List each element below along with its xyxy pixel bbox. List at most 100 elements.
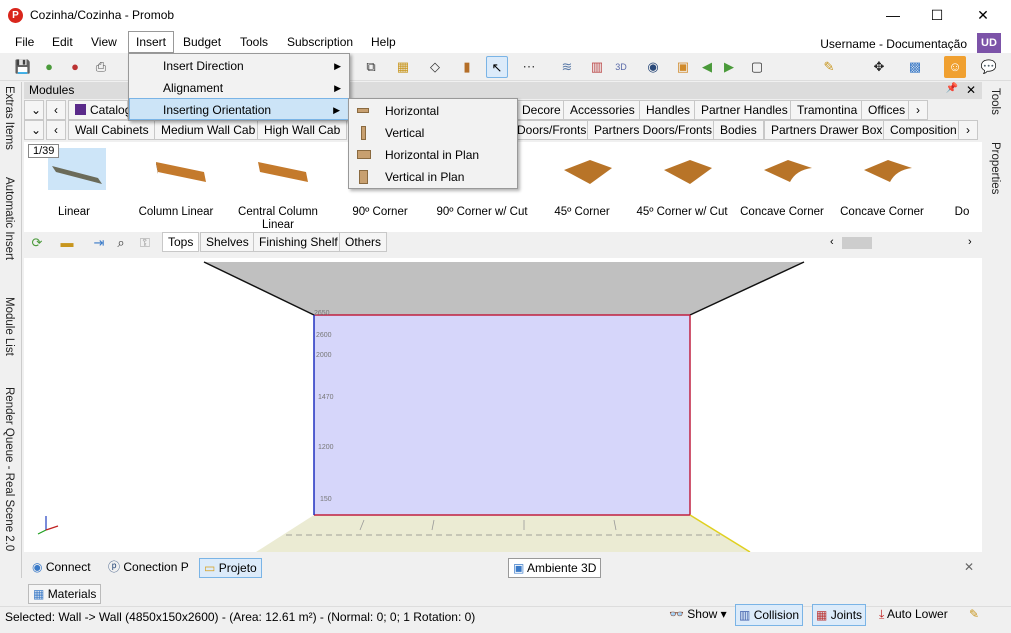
modules-close-icon[interactable]: ✕	[966, 83, 976, 97]
menu-item-insert-direction[interactable]: Insert Direction ▶	[129, 55, 349, 77]
menu-edit[interactable]: Edit	[45, 31, 80, 53]
module-concave-corner-2[interactable]: Concave Corner	[832, 142, 932, 232]
door-icon[interactable]: ▮	[456, 56, 478, 78]
light-icon[interactable]: ✎	[818, 56, 840, 78]
cube-icon[interactable]: ▣	[672, 56, 694, 78]
refresh-icon[interactable]: ⟳	[26, 232, 48, 254]
dock-tab-tools[interactable]: Tools	[989, 88, 1001, 115]
redo-icon[interactable]: ▶	[718, 56, 740, 78]
scroll-left-icon[interactable]: ‹	[46, 100, 66, 120]
select-pointer-icon[interactable]: ↖	[486, 56, 508, 78]
user-icon[interactable]: ☺	[944, 56, 966, 78]
tab-tramontina[interactable]: Tramontina	[790, 100, 865, 120]
menu-view[interactable]: View	[84, 31, 124, 53]
module-partial[interactable]: Do	[932, 142, 980, 232]
shape-icon[interactable]: ◇	[424, 56, 446, 78]
module-central-column-linear[interactable]: Central Column Linear	[228, 142, 328, 232]
dock-tab-automatic-insert[interactable]: Automatic Insert	[3, 177, 15, 260]
scroll-right-icon[interactable]: ›	[968, 236, 972, 248]
tab-offices[interactable]: Offices	[861, 100, 913, 120]
menu-tools[interactable]: Tools	[233, 31, 275, 53]
tab-conection-p[interactable]: ⓟ Conection P	[104, 558, 193, 578]
layers-icon[interactable]: ≋	[556, 56, 578, 78]
close-icon[interactable]: ✕	[960, 558, 978, 578]
align-icon[interactable]: ▦	[392, 56, 414, 78]
show-dropdown[interactable]: 👓 Show ▾	[666, 604, 730, 626]
frame-icon[interactable]: ▢	[746, 56, 768, 78]
save-icon[interactable]: 💾	[12, 56, 34, 78]
menu-file[interactable]: File	[8, 31, 41, 53]
menu-item-inserting-orientation[interactable]: Inserting Orientation ▶	[129, 98, 349, 120]
pin-icon[interactable]: 📌	[946, 83, 958, 94]
tab-composition[interactable]: Composition	[883, 120, 964, 140]
scroll-right-icon[interactable]: ›	[908, 100, 928, 120]
render-icon[interactable]: ●	[38, 56, 60, 78]
module-column-linear[interactable]: Column Linear	[126, 142, 226, 232]
subtab-others[interactable]: Others	[339, 232, 388, 252]
option-horizontal[interactable]: Horizontal	[349, 100, 517, 122]
dock-tab-render-queue[interactable]: Render Queue - Real Scene 2.0	[3, 387, 15, 551]
dock-tab-module-list[interactable]: Module List	[3, 297, 15, 356]
tab-partner-handles[interactable]: Partner Handles	[694, 100, 795, 120]
collision-toggle[interactable]: ▥ Collision	[735, 604, 804, 626]
tab-partners-doors-fronts[interactable]: Partners Doors/Fronts	[587, 120, 720, 140]
chat-icon[interactable]: 💬	[978, 56, 1000, 78]
tab-accessories[interactable]: Accessories	[563, 100, 642, 120]
tab-doors-fronts[interactable]: Doors/Fronts	[510, 120, 594, 140]
joints-toggle[interactable]: ▦ Joints	[812, 604, 867, 626]
module-45-corner[interactable]: 45º Corner	[532, 142, 632, 232]
chevron-down-icon[interactable]: ⌄	[24, 120, 44, 140]
ruler-icon[interactable]: ▬	[56, 232, 78, 254]
scroll-left-icon[interactable]: ‹	[46, 120, 66, 140]
tab-medium-wall-cab[interactable]: Medium Wall Cab	[154, 120, 263, 140]
measure-icon[interactable]: ⋯	[518, 56, 540, 78]
tab-partners-drawer-box[interactable]: Partners Drawer Box	[764, 120, 890, 140]
close-button[interactable]: ✕	[960, 0, 1006, 31]
menu-subscription[interactable]: Subscription	[280, 31, 360, 53]
horizontal-scrollbar[interactable]	[842, 237, 872, 249]
tab-projeto[interactable]: ▭ Projeto	[199, 558, 262, 578]
option-vertical[interactable]: Vertical	[349, 122, 517, 144]
3d-view-icon[interactable]: 3D	[610, 56, 632, 78]
import-icon[interactable]: ⇥	[88, 232, 110, 254]
scroll-left-icon[interactable]: ‹	[830, 236, 834, 248]
move-icon[interactable]: ✥	[868, 56, 890, 78]
tab-bodies[interactable]: Bodies	[713, 120, 764, 140]
tab-high-wall-cab[interactable]: High Wall Cab	[257, 120, 348, 140]
tab-wall-cabinets[interactable]: Wall Cabinets	[68, 120, 156, 140]
subtab-tops[interactable]: Tops	[162, 232, 200, 252]
menu-help[interactable]: Help	[364, 31, 403, 53]
tab-ambiente-3d[interactable]: ▣ Ambiente 3D	[508, 558, 602, 578]
scroll-right-icon[interactable]: ›	[958, 120, 978, 140]
subtab-shelves[interactable]: Shelves	[200, 232, 255, 252]
chevron-down-icon[interactable]: ⌄	[24, 100, 44, 120]
tab-connect[interactable]: ◉ Connect	[28, 558, 95, 578]
palette-icon[interactable]: ▩	[904, 56, 926, 78]
undo-icon[interactable]: ◀	[696, 56, 718, 78]
tab-decore[interactable]: Decore	[515, 100, 568, 120]
maximize-button[interactable]: ☐	[914, 0, 960, 31]
menu-budget[interactable]: Budget	[176, 31, 228, 53]
module-45-corner-cut[interactable]: 45º Corner w/ Cut	[632, 142, 732, 232]
menu-insert[interactable]: Insert	[128, 31, 175, 53]
tools-icon[interactable]: ✎	[966, 604, 982, 626]
menu-item-alignament[interactable]: Alignament ▶	[129, 77, 349, 99]
avatar[interactable]: UD	[977, 33, 1001, 53]
tab-materials[interactable]: ▦ Materials	[28, 584, 102, 604]
option-horizontal-in-plan[interactable]: Horizontal in Plan	[349, 144, 517, 166]
dimension-icon[interactable]: ▥	[586, 56, 608, 78]
lock-icon[interactable]: ⚿	[134, 232, 156, 254]
dock-tab-extras-items[interactable]: Extras Items	[3, 86, 15, 150]
option-vertical-in-plan[interactable]: Vertical in Plan	[349, 166, 517, 188]
copy-icon[interactable]: ⧉	[360, 56, 382, 78]
module-concave-corner[interactable]: Concave Corner	[732, 142, 832, 232]
eye-icon[interactable]: ◉	[642, 56, 664, 78]
tab-catalog[interactable]: Catalog	[68, 100, 131, 120]
print-icon[interactable]: ⎙	[90, 56, 112, 78]
user-name[interactable]: Username - Documentação	[820, 37, 967, 51]
tab-handles[interactable]: Handles	[639, 100, 698, 120]
dock-tab-properties[interactable]: Properties	[989, 142, 1001, 194]
render-settings-icon[interactable]: ●	[64, 56, 86, 78]
subtab-finishing-shelf[interactable]: Finishing Shelf	[253, 232, 344, 252]
binoculars-icon[interactable]: ⌕	[110, 232, 132, 254]
